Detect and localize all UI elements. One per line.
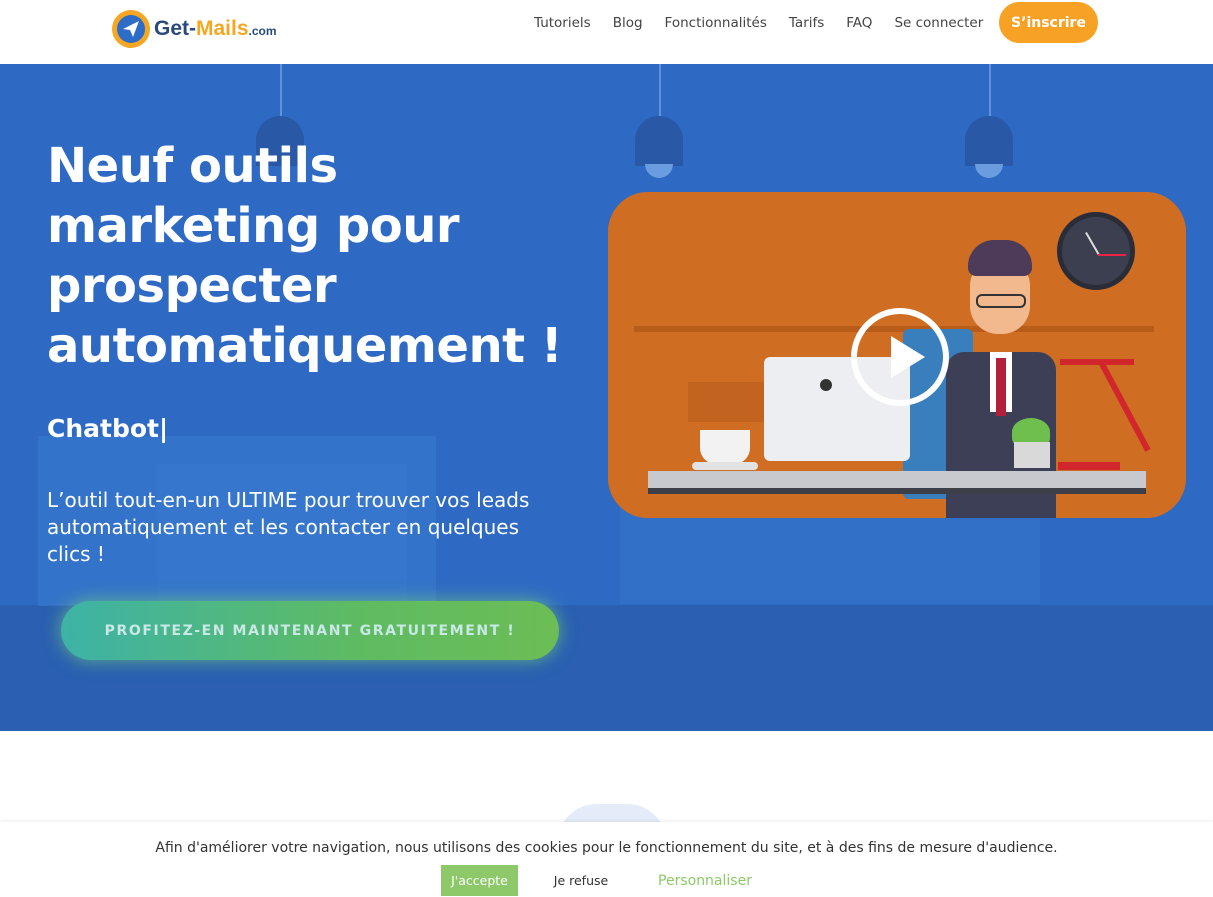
desk-lamp-illustration	[1060, 359, 1134, 365]
nav-fonctionnalites[interactable]: Fonctionnalités	[665, 14, 767, 32]
ceiling-lamp-cord	[280, 64, 282, 119]
ceiling-lamp-icon	[965, 116, 1013, 166]
clock-icon	[1057, 212, 1135, 290]
main-nav: Tutoriels Blog Fonctionnalités Tarifs FA…	[534, 14, 1005, 32]
lamp-bulb-icon	[975, 164, 1003, 178]
signup-button[interactable]: S’inscrire	[999, 2, 1098, 43]
glasses-illustration	[976, 294, 1026, 308]
ceiling-lamp-cord	[659, 64, 661, 119]
coffee-cup-illustration	[700, 430, 750, 464]
cta-button[interactable]: PROFITEZ-EN MAINTENANT GRATUITEMENT !	[61, 601, 559, 660]
video-player[interactable]	[608, 192, 1186, 518]
cookie-customize-button[interactable]: Personnaliser	[648, 865, 762, 896]
hero-subtitle: L’outil tout-en-un ULTIME pour trouver v…	[47, 488, 530, 566]
cookie-refuse-button[interactable]: Je refuse	[541, 865, 621, 896]
hero-rotating-word: Chatbot|	[47, 414, 169, 443]
cookie-text: Afin d'améliorer votre navigation, nous …	[155, 840, 1058, 856]
desk-illustration	[648, 471, 1146, 489]
nav-blog[interactable]: Blog	[613, 14, 643, 32]
nav-tutoriels[interactable]: Tutoriels	[534, 14, 591, 32]
cookie-banner: Afin d'améliorer votre navigation, nous …	[0, 822, 1213, 897]
nav-tarifs[interactable]: Tarifs	[789, 14, 824, 32]
logo-text: Get-Mails.com	[154, 17, 277, 40]
hero-section: Neuf outils marketing pour prospecter au…	[0, 64, 1213, 731]
ceiling-lamp-icon	[635, 116, 683, 166]
tie-illustration	[996, 358, 1006, 416]
nav-se-connecter[interactable]: Se connecter	[894, 14, 983, 32]
lamp-bulb-icon	[645, 164, 673, 178]
paper-plane-logo-icon	[112, 10, 150, 48]
site-header: Get-Mails.com Tutoriels Blog Fonctionnal…	[0, 0, 1213, 64]
logo[interactable]: Get-Mails.com	[112, 10, 277, 48]
play-button[interactable]	[851, 308, 949, 406]
nav-faq[interactable]: FAQ	[846, 14, 872, 32]
cookie-accept-button[interactable]: J'accepte	[441, 865, 518, 896]
play-icon	[891, 336, 925, 378]
hero-title: Neuf outils marketing pour prospecter au…	[47, 138, 563, 374]
ceiling-lamp-cord	[989, 64, 991, 119]
